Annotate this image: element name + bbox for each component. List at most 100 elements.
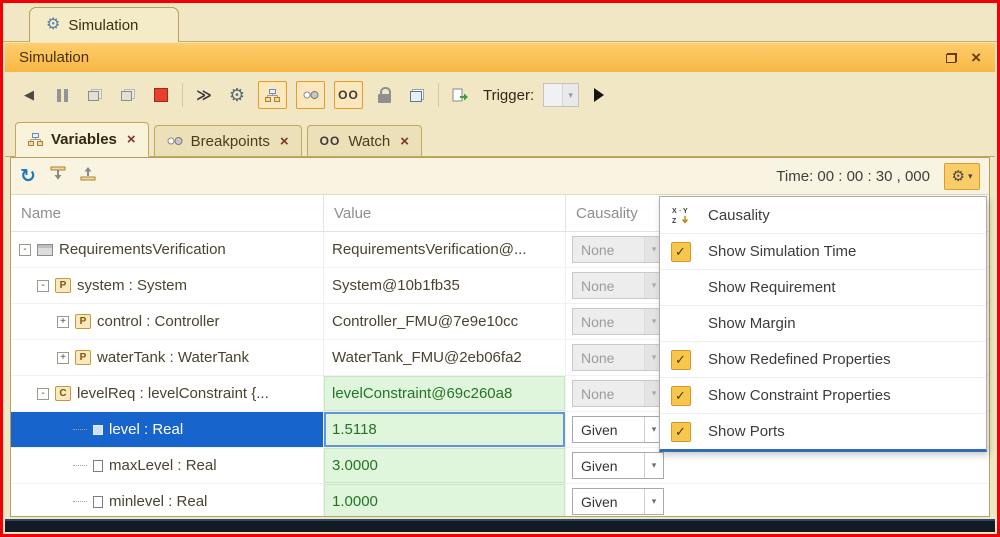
row-name: maxLevel : Real <box>109 457 217 474</box>
menu-item-label: Show Margin <box>696 315 796 332</box>
tree-line <box>73 429 87 430</box>
row-name: minlevel : Real <box>109 493 207 510</box>
doc-tab-simulation[interactable]: ⚙ Simulation <box>29 7 179 42</box>
checkmark-icon: ✓ <box>671 242 691 262</box>
step-over-icon[interactable] <box>88 89 102 101</box>
row-value[interactable]: 1.0000 <box>323 484 565 516</box>
value-property-icon <box>93 425 103 435</box>
part-property-icon: P <box>55 278 71 293</box>
causality-dropdown[interactable]: None ▾ <box>572 272 664 299</box>
column-header-name[interactable]: Name <box>11 195 323 231</box>
tree-line <box>73 501 87 502</box>
menu-item-show-simulation-time[interactable]: ✓ Show Simulation Time <box>660 233 986 269</box>
simulation-time-label: Time: 00 : 00 : 30 , 000 <box>776 168 930 185</box>
tab-breakpoints[interactable]: Breakpoints × <box>154 125 302 156</box>
tab-watch[interactable]: OO Watch × <box>307 125 422 156</box>
column-options-button[interactable]: ⚙ ▾ <box>944 163 980 190</box>
collapse-icon[interactable]: - <box>19 244 31 256</box>
export-values-icon[interactable] <box>50 166 66 186</box>
trigger-label: Trigger: <box>483 87 534 104</box>
close-icon[interactable]: × <box>971 49 981 66</box>
step-back-icon[interactable]: ◀ <box>17 82 41 108</box>
float-window-icon[interactable] <box>946 53 957 63</box>
import-values-icon[interactable] <box>80 166 96 186</box>
part-property-icon: P <box>75 350 91 365</box>
checkmark-icon: ✓ <box>671 350 691 370</box>
value-property-icon <box>93 496 103 508</box>
row-name: control : Controller <box>97 313 220 330</box>
menu-item-label: Show Simulation Time <box>696 243 856 260</box>
export-icon[interactable] <box>448 82 472 108</box>
stop-icon[interactable] <box>154 88 168 102</box>
variables-toolbar: ↻ Time: 00 : 00 : 30 , 000 ⚙ ▾ <box>11 158 989 195</box>
causality-dropdown[interactable]: None ▾ <box>572 308 664 335</box>
row-value: levelConstraint@69c260a8 <box>323 376 565 411</box>
expand-icon[interactable]: + <box>57 316 69 328</box>
chevron-down-icon: ▾ <box>968 171 973 182</box>
watch-icon: OO <box>320 134 341 148</box>
expand-icon[interactable]: + <box>57 352 69 364</box>
lock-icon[interactable] <box>378 94 391 103</box>
pause-icon[interactable] <box>50 82 74 108</box>
hierarchy-icon <box>265 89 280 102</box>
menu-item-label: Causality <box>696 207 770 224</box>
checkmark-icon: ✓ <box>671 386 691 406</box>
step-into-icon[interactable] <box>121 89 135 101</box>
panel-header: Simulation × <box>5 43 995 72</box>
breakpoints-icon <box>303 90 319 100</box>
menu-item-show-requirement[interactable]: Show Requirement <box>660 269 986 305</box>
row-name: level : Real <box>109 421 183 438</box>
table-row[interactable]: maxLevel : Real 3.0000 Given ▾ <box>11 448 989 484</box>
panel-title: Simulation <box>19 49 89 66</box>
column-header-value[interactable]: Value <box>323 195 565 231</box>
toolbar-divider <box>182 83 183 107</box>
row-value[interactable]: 1.5118 <box>323 412 565 447</box>
menu-item-show-ports[interactable]: ✓ Show Ports <box>660 413 986 449</box>
close-tab-icon[interactable]: × <box>400 133 409 150</box>
hierarchy-icon <box>28 133 43 146</box>
toolbar-overflow-icon[interactable]: ≫ <box>192 82 216 108</box>
tab-label: Watch <box>348 133 390 150</box>
variables-view-toggle[interactable] <box>258 81 287 109</box>
table-row[interactable]: minlevel : Real 1.0000 Given ▾ <box>11 484 989 516</box>
watch-icon: OO <box>338 88 359 102</box>
causality-dropdown[interactable]: Given ▾ <box>572 452 664 479</box>
copy-icon[interactable] <box>410 89 424 102</box>
causality-dropdown[interactable]: None ▾ <box>572 344 664 371</box>
doc-tab-label: Simulation <box>68 17 138 34</box>
close-tab-icon[interactable]: × <box>280 133 289 150</box>
refresh-icon[interactable]: ↻ <box>20 167 36 186</box>
bottom-panel-edge <box>5 519 995 532</box>
collapse-icon[interactable]: - <box>37 280 49 292</box>
column-options-menu: X - Y Z Causality ✓ Show Simulation Time… <box>659 196 987 452</box>
row-name: system : System <box>77 277 187 294</box>
menu-item-show-margin[interactable]: Show Margin <box>660 305 986 341</box>
menu-item-show-constraint-properties[interactable]: ✓ Show Constraint Properties <box>660 377 986 413</box>
chevron-down-icon: ▾ <box>644 489 663 514</box>
watch-view-toggle[interactable]: OO <box>334 81 363 109</box>
menu-item-causality[interactable]: X - Y Z Causality <box>660 197 986 233</box>
breakpoints-view-toggle[interactable] <box>296 81 325 109</box>
causality-dropdown[interactable]: Given ▾ <box>572 416 664 443</box>
tab-variables[interactable]: Variables × <box>15 122 149 157</box>
causality-dropdown[interactable]: Given ▾ <box>572 488 664 515</box>
play-icon[interactable] <box>594 88 604 102</box>
sort-columns-icon: X - Y Z <box>671 205 691 225</box>
menu-item-label: Show Ports <box>696 423 785 440</box>
close-tab-icon[interactable]: × <box>127 131 136 148</box>
row-name: RequirementsVerification <box>59 241 226 258</box>
collapse-icon[interactable]: - <box>37 388 49 400</box>
row-value: System@10b1fb35 <box>323 268 565 303</box>
chevron-down-icon: ▾ <box>562 84 578 106</box>
gear-icon: ⚙ <box>46 17 60 33</box>
value-property-icon <box>93 460 103 472</box>
gear-icon: ⚙ <box>952 167 965 185</box>
settings-gear-icon[interactable]: ⚙ <box>225 82 249 108</box>
breakpoints-icon <box>167 136 183 146</box>
trigger-dropdown[interactable]: ▾ <box>543 83 579 107</box>
row-value[interactable]: 3.0000 <box>323 448 565 483</box>
causality-dropdown[interactable]: None ▾ <box>572 236 664 263</box>
menu-item-show-redefined-properties[interactable]: ✓ Show Redefined Properties <box>660 341 986 377</box>
menu-item-label: Show Requirement <box>696 279 836 296</box>
causality-dropdown[interactable]: None ▾ <box>572 380 664 407</box>
